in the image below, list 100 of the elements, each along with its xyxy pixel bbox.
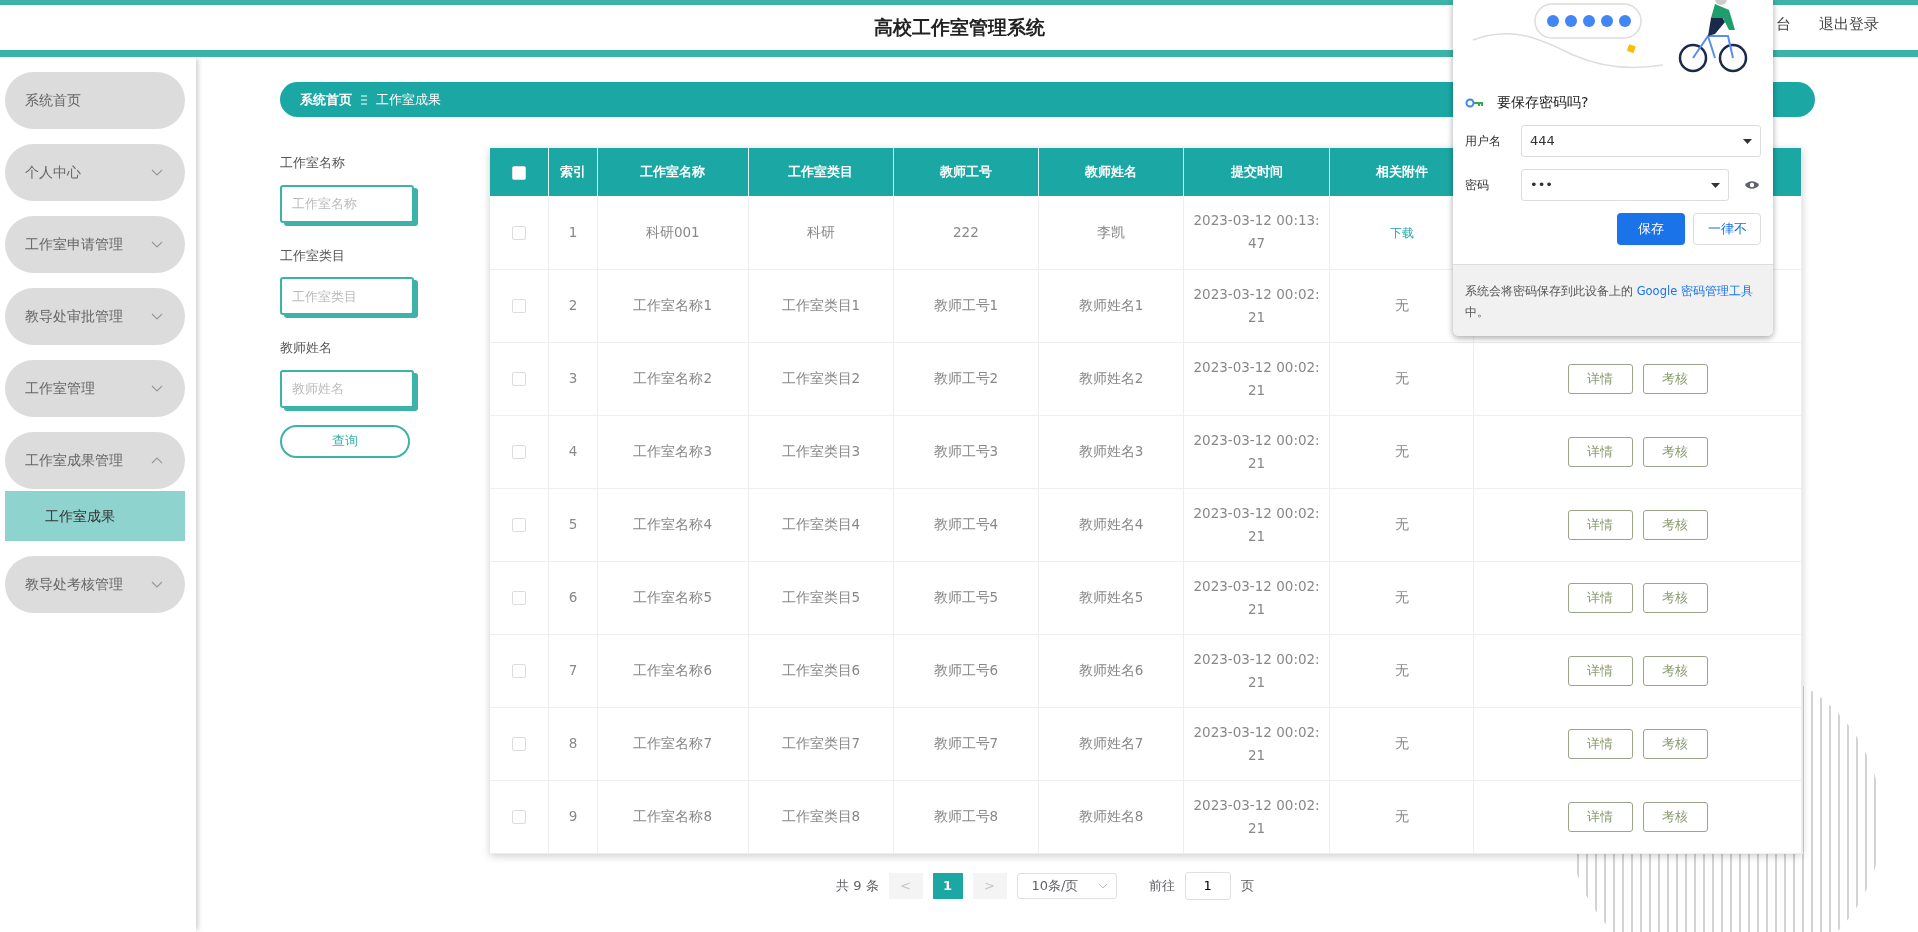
password-field[interactable]: •••	[1521, 169, 1729, 201]
table-cell: 2023-03-12 00:02:21	[1193, 358, 1320, 398]
total-count: 共 9 条	[836, 876, 879, 895]
detail-button[interactable]: 详情	[1567, 801, 1633, 832]
table-cell: 2023-03-12 00:02:21	[1193, 285, 1320, 325]
sidebar-item[interactable]: 系统首页	[5, 72, 185, 129]
save-button[interactable]: 保存	[1617, 213, 1685, 245]
table-cell: 教师工号8	[933, 808, 999, 825]
detail-button[interactable]: 详情	[1567, 509, 1633, 540]
dropdown-caret-icon	[1743, 138, 1752, 144]
field-label: 用户名	[1465, 133, 1502, 150]
table-cell: 6	[568, 589, 578, 606]
table-cell: 教师姓名3	[1078, 443, 1144, 460]
sidebar-item[interactable]: 个人中心	[5, 144, 185, 201]
table-cell: 无	[1394, 589, 1409, 606]
username-field[interactable]: 444	[1521, 125, 1761, 157]
table-cell: 工作室类目7	[781, 735, 861, 752]
never-button[interactable]: 一律不	[1693, 213, 1761, 245]
table-cell: 教师姓名7	[1078, 735, 1144, 752]
row-checkbox[interactable]	[512, 591, 527, 606]
table-cell: 无	[1394, 443, 1409, 460]
table-cell: 教师工号3	[933, 443, 999, 460]
review-button[interactable]: 考核	[1642, 582, 1708, 613]
table-cell: 工作室名称5	[633, 589, 713, 606]
table-cell: 无	[1394, 297, 1409, 314]
table-cell: 工作室类目2	[781, 370, 861, 387]
table-cell: 无	[1394, 516, 1409, 533]
detail-button[interactable]: 详情	[1567, 582, 1633, 613]
table-cell: 2023-03-12 00:02:21	[1193, 431, 1320, 471]
page-button[interactable]: 1	[932, 872, 963, 899]
table-cell: 2023-03-12 00:02:21	[1193, 723, 1320, 763]
row-checkbox[interactable]	[512, 372, 527, 387]
table-cell: 工作室类目6	[781, 662, 861, 679]
sidebar-subitem[interactable]: 工作室成果	[5, 491, 185, 541]
review-button[interactable]: 考核	[1642, 801, 1708, 832]
page-title: 高校工作室管理系统	[873, 15, 1045, 41]
page-size-select[interactable]: 10条/页	[1016, 872, 1117, 899]
sidebar-item[interactable]: 工作室管理	[5, 360, 185, 417]
dropdown-caret-icon	[1711, 182, 1720, 188]
select-all-checkbox[interactable]	[512, 165, 527, 180]
table-cell: 2023-03-12 00:02:21	[1193, 796, 1320, 836]
table-cell: 工作室名称7	[633, 735, 713, 752]
detail-button[interactable]: 详情	[1567, 436, 1633, 467]
table-cell: 4	[568, 443, 578, 460]
row-checkbox[interactable]	[512, 810, 527, 825]
table-cell: 9	[568, 808, 578, 825]
row-checkbox[interactable]	[512, 445, 527, 460]
table-cell: 1	[568, 223, 578, 240]
review-button[interactable]: 考核	[1642, 655, 1708, 686]
header-link[interactable]: 退出登录	[1819, 13, 1879, 36]
field-label: 工作室类目	[280, 246, 346, 265]
table-cell: 无	[1394, 735, 1409, 752]
table-cell: 教师姓名5	[1078, 589, 1144, 606]
table-cell: 工作室名称6	[633, 662, 713, 679]
search-field[interactable]: 工作室名称	[280, 184, 414, 223]
table-cell: 5	[568, 516, 578, 533]
chevron-down-icon	[1097, 882, 1108, 889]
search-button[interactable]: 查询	[280, 424, 410, 458]
key-icon	[1465, 97, 1483, 108]
breadcrumb-current: 工作室成果	[376, 90, 441, 109]
table-cell: 7	[568, 662, 578, 679]
table-cell: 工作室名称2	[633, 370, 713, 387]
sidebar-item[interactable]: 教导处考核管理	[5, 556, 185, 613]
password-manager-link[interactable]: Google 密码管理工具	[1636, 284, 1753, 298]
table-cell: 工作室类目8	[781, 808, 861, 825]
detail-button[interactable]: 详情	[1567, 363, 1633, 394]
table-cell: 无	[1394, 808, 1409, 825]
table-cell: 教师工号2	[933, 370, 999, 387]
table-cell: 李凯	[1096, 223, 1125, 240]
header-link[interactable]: 台	[1776, 13, 1791, 36]
dialog-title: 要保存密码吗?	[1497, 93, 1589, 112]
page-input[interactable]: 1	[1184, 871, 1231, 900]
separator-icon	[360, 94, 368, 105]
row-checkbox[interactable]	[512, 225, 527, 240]
search-field[interactable]: 教师姓名	[280, 369, 414, 408]
review-button[interactable]: 考核	[1642, 728, 1708, 759]
row-checkbox[interactable]	[512, 299, 527, 314]
column-header: 教师工号	[939, 164, 992, 180]
breadcrumb-link[interactable]: 系统首页	[300, 89, 352, 110]
table-cell: 2023-03-12 00:02:21	[1193, 577, 1320, 617]
detail-button[interactable]: 详情	[1567, 728, 1633, 759]
detail-button[interactable]: 详情	[1567, 655, 1633, 686]
download-link[interactable]: 下载	[1389, 225, 1414, 240]
sidebar-item[interactable]: 工作室申请管理	[5, 216, 185, 273]
row-checkbox[interactable]	[512, 737, 527, 752]
sidebar-item[interactable]: 教导处审批管理	[5, 288, 185, 345]
table-cell: 工作室名称1	[633, 297, 713, 314]
sidebar-item[interactable]: 工作室成果管理	[5, 432, 185, 489]
column-header: 相关附件	[1375, 164, 1428, 180]
review-button[interactable]: 考核	[1642, 509, 1708, 540]
table-cell: 无	[1394, 662, 1409, 679]
review-button[interactable]: 考核	[1642, 436, 1708, 467]
column-header: 索引	[560, 164, 587, 180]
table-cell: 222	[952, 223, 979, 240]
review-button[interactable]: 考核	[1642, 363, 1708, 394]
row-checkbox[interactable]	[512, 518, 527, 533]
search-field[interactable]: 工作室类目	[280, 277, 414, 315]
table-cell: 教师姓名6	[1078, 662, 1144, 679]
row-checkbox[interactable]	[512, 664, 527, 679]
table-cell: 教师姓名8	[1078, 808, 1144, 825]
